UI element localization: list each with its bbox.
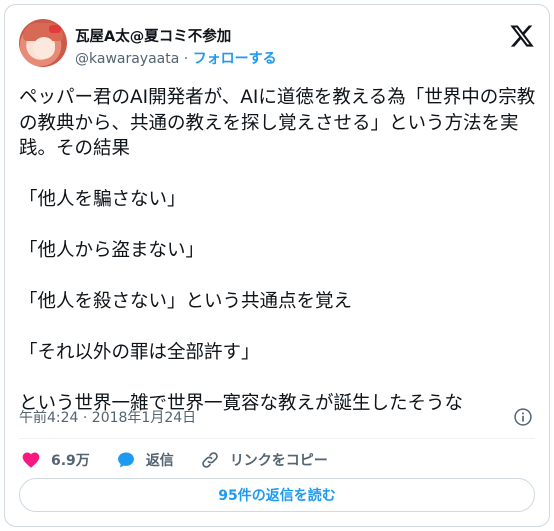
author-display-name[interactable]: 瓦屋A太@夏コミ不参加 [75, 25, 231, 46]
tweet-card: 瓦屋A太@夏コミ不参加 @kawarayaata · フォローする ペッパー君の… [4, 4, 550, 527]
separator-dot: · [183, 51, 189, 67]
reply-label: 返信 [145, 453, 174, 469]
tweet-text: ペッパー君のAI開発者が、AIに道徳を教える為「世界中の宗教の教典から、共通の教… [19, 87, 536, 414]
read-replies-button[interactable]: 95件の返信を読む [19, 478, 535, 512]
action-bar: 6.9万 返信 リンクをコピー [21, 448, 354, 472]
tweet-header: 瓦屋A太@夏コミ不参加 @kawarayaata · フォローする [19, 19, 535, 71]
author-handle[interactable]: @kawarayaata [75, 51, 179, 67]
copy-link-label: リンクをコピー [229, 453, 328, 469]
tweet-timestamp[interactable]: 午前4:24 · 2018年1月24日 [19, 407, 196, 427]
like-count: 6.9万 [51, 453, 90, 469]
reply-button[interactable]: 返信 [116, 450, 174, 470]
divider [19, 438, 535, 439]
author-subline: @kawarayaata · フォローする [75, 48, 277, 68]
link-icon [202, 452, 218, 468]
follow-button[interactable]: フォローする [193, 51, 277, 67]
info-icon[interactable] [513, 407, 533, 427]
avatar[interactable] [19, 19, 67, 67]
heart-icon [22, 452, 40, 468]
x-logo-icon[interactable] [509, 23, 535, 49]
reply-bubble-icon [117, 452, 134, 468]
copy-link-button[interactable]: リンクをコピー [200, 450, 328, 470]
like-button[interactable]: 6.9万 [21, 450, 90, 470]
